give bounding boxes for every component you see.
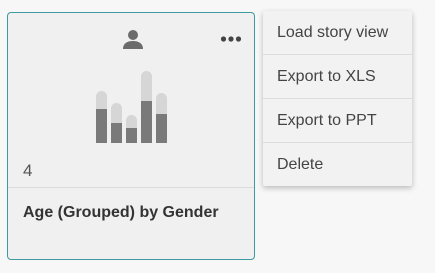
- menu-item-export-ppt[interactable]: Export to PPT: [263, 99, 412, 143]
- story-title[interactable]: Age (Grouped) by Gender: [23, 203, 219, 223]
- menu-item-delete[interactable]: Delete: [263, 143, 412, 186]
- story-card[interactable]: 4 Age (Grouped) by Gender: [7, 12, 255, 260]
- user-icon: [123, 30, 143, 49]
- more-horizontal-icon[interactable]: [220, 33, 242, 45]
- story-count: 4: [23, 161, 33, 180]
- canvas: 4 Age (Grouped) by Gender Load story vie…: [0, 0, 435, 273]
- menu-item-export-xls[interactable]: Export to XLS: [263, 55, 412, 99]
- menu-item-load-story-view[interactable]: Load story view: [263, 11, 412, 55]
- bar-chart-icon: [96, 71, 167, 143]
- context-menu: Load story view Export to XLS Export to …: [263, 11, 412, 186]
- card-divider: [8, 187, 254, 188]
